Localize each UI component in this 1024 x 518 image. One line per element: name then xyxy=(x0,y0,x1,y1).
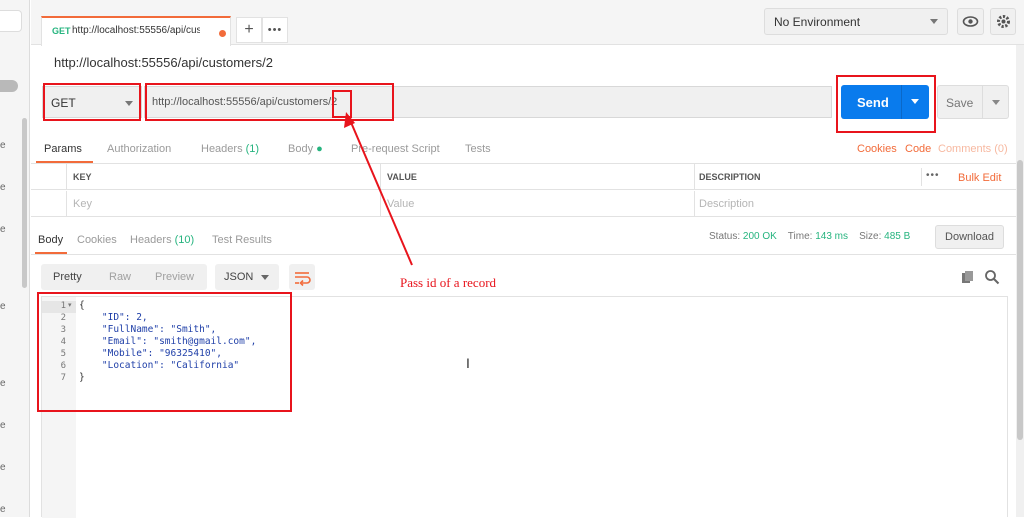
annotation-text: Pass id of a record xyxy=(400,275,497,290)
annotation-arrow xyxy=(344,112,413,266)
